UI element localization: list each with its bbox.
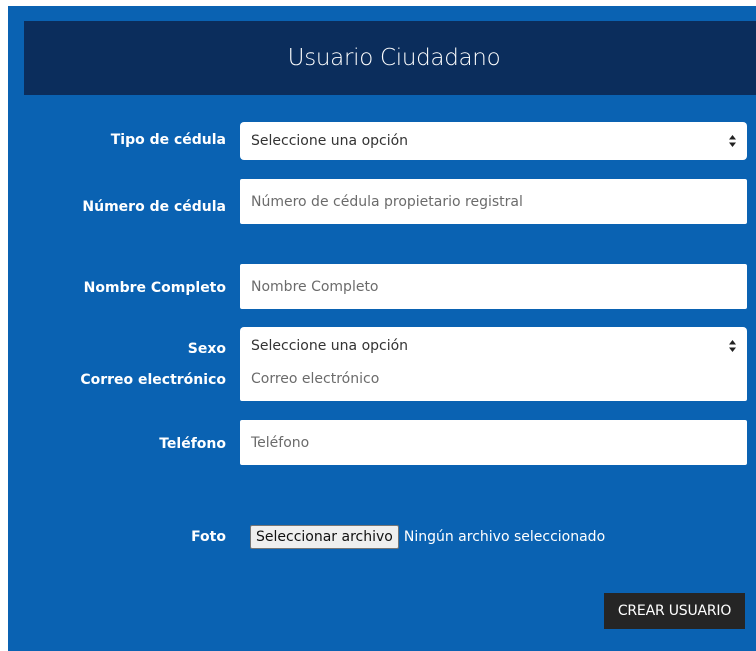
nombre-label: Nombre Completo	[83, 280, 226, 296]
form-title: Usuario Ciudadano	[287, 45, 501, 71]
foto-label: Foto	[191, 529, 226, 545]
row-telefono: Teléfono Teléfono	[8, 420, 756, 465]
numero-cedula-input[interactable]: Número de cédula propietario registral	[240, 179, 747, 224]
correo-label: Correo electrónico	[80, 372, 226, 388]
row-nombre: Nombre Completo Nombre Completo	[8, 264, 756, 309]
nombre-placeholder: Nombre Completo	[251, 278, 379, 295]
correo-input[interactable]: Correo electrónico	[240, 356, 747, 401]
tipo-cedula-label: Tipo de cédula	[110, 132, 226, 148]
tipo-cedula-value: Seleccione una opción	[251, 133, 409, 149]
row-correo: Correo electrónico Correo electrónico	[8, 356, 756, 401]
row-numero-cedula: Número de cédula Número de cédula propie…	[8, 179, 756, 224]
select-file-button[interactable]: Seleccionar archivo	[250, 525, 399, 549]
telefono-placeholder: Teléfono	[251, 434, 310, 451]
correo-placeholder: Correo electrónico	[251, 370, 380, 387]
numero-cedula-label: Número de cédula	[82, 199, 226, 215]
file-status: Ningún archivo seleccionado	[403, 529, 606, 545]
row-foto: Foto Seleccionar archivo Ningún archivo …	[8, 525, 756, 551]
telefono-input[interactable]: Teléfono	[240, 420, 747, 465]
telefono-label: Teléfono	[159, 436, 226, 452]
nombre-input[interactable]: Nombre Completo	[240, 264, 747, 309]
sexo-value: Seleccione una opción	[251, 338, 409, 354]
up-down-caret-icon	[729, 340, 736, 352]
sexo-label: Sexo	[187, 341, 226, 357]
numero-cedula-placeholder: Número de cédula propietario registral	[251, 193, 523, 210]
create-user-button[interactable]: CREAR USUARIO	[604, 593, 745, 629]
up-down-caret-icon	[729, 135, 736, 147]
foto-file-input[interactable]: Seleccionar archivo Ningún archivo selec…	[250, 525, 605, 549]
row-tipo-cedula: Tipo de cédula Seleccione una opción	[8, 122, 756, 160]
form-header: Usuario Ciudadano	[24, 21, 756, 95]
tipo-cedula-select[interactable]: Seleccione una opción	[240, 122, 747, 160]
